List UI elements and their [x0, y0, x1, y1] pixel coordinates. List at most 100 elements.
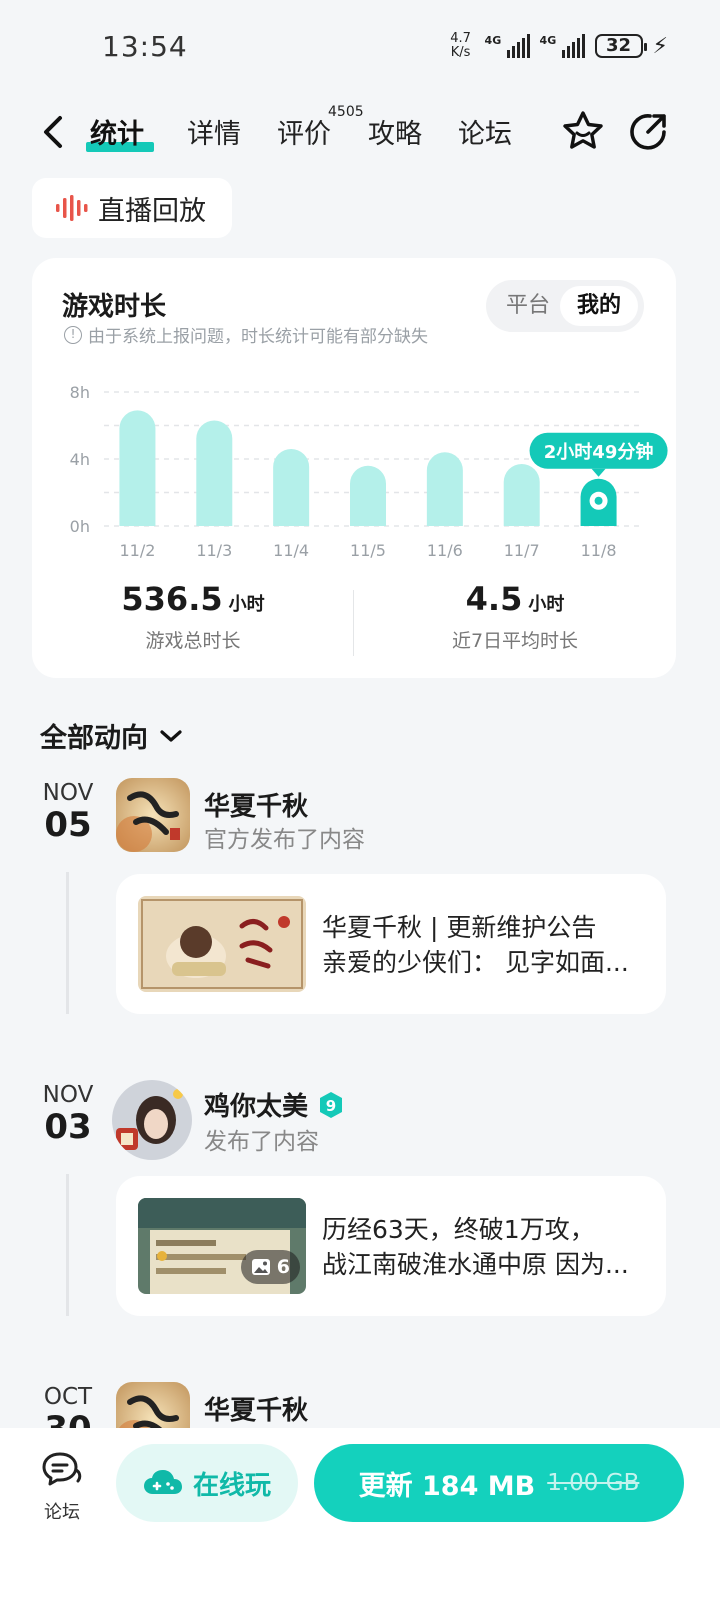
- post-excerpt: 亲爱的少侠们： 见字如面...: [322, 948, 629, 977]
- playtime-chart: 8h 4h 0h 11/2 11/3 11/4 11/5 11/6 11/7 11/8 2小时49分…: [70, 383, 668, 558]
- playtime-summary: 536.5 小时 游戏总时长 4.5 小时 近7日平均时长: [32, 580, 676, 660]
- playtime-note-text: 由于系统上报问题，时长统计可能有部分缺失: [88, 327, 428, 347]
- tooltip-pointer: [591, 468, 606, 477]
- game-avatar[interactable]: [116, 778, 190, 852]
- level-badge-icon: 9: [320, 1091, 343, 1118]
- tab-reviews[interactable]: 评价: [277, 112, 331, 151]
- x-tick-label: 11/6: [427, 541, 463, 558]
- timeline-line: [66, 1174, 69, 1316]
- chevron-down-icon: [160, 729, 182, 742]
- x-tick-label: 11/5: [350, 541, 386, 558]
- status-bar: 13:54 4.7 K/s 4G 4G 32 ⚡: [0, 0, 720, 96]
- feed-filter-label: 全部动向: [40, 723, 148, 754]
- info-icon: !: [64, 325, 82, 344]
- game-logo-icon: [116, 778, 190, 852]
- audio-wave-icon: [56, 195, 88, 221]
- net-speed-unit: K/s: [450, 45, 471, 60]
- post-title: 历经63天，终破1万攻，: [322, 1215, 595, 1244]
- highlight-marker-dot: [594, 496, 603, 505]
- play-online-label: 在线玩: [192, 1470, 271, 1501]
- entry-date: NOV 03: [30, 1082, 106, 1146]
- entry-author[interactable]: 华夏千秋: [204, 786, 308, 823]
- bar: [503, 464, 540, 526]
- tab-guides[interactable]: 攻略: [368, 112, 422, 151]
- entry-author[interactable]: 华夏千秋: [204, 1390, 308, 1427]
- reviews-count-badge: 4505: [328, 104, 364, 120]
- post-title: 华夏千秋 | 更新维护公告: [322, 913, 597, 942]
- forum-button[interactable]: 论坛: [34, 1450, 90, 1524]
- net-speed-value: 4.7: [450, 31, 471, 46]
- user-photo-icon: [112, 1080, 192, 1160]
- status-icons: 4.7 K/s 4G 4G 32 ⚡: [447, 32, 668, 60]
- back-icon[interactable]: [36, 112, 72, 152]
- tab-stats[interactable]: 统计: [90, 112, 144, 151]
- live-replay-button[interactable]: 直播回放: [32, 178, 232, 238]
- image-count-badge: 6: [240, 1250, 300, 1284]
- entry-day: 05: [44, 805, 92, 845]
- tab-forum[interactable]: 论坛: [458, 112, 512, 151]
- signal-icon: 4G: [540, 34, 585, 58]
- entry-action: 官方发布了内容: [204, 827, 365, 853]
- total-label: 游戏总时长: [145, 630, 241, 652]
- total-unit: 小时: [228, 594, 265, 615]
- feed-filter-dropdown[interactable]: 全部动向: [40, 716, 184, 755]
- image-icon: [251, 1259, 270, 1275]
- scope-toggle: 平台 我的: [486, 280, 644, 332]
- image-count: 6: [276, 1256, 290, 1278]
- highlight-tooltip-label: 2小时49分钟: [544, 441, 654, 463]
- avg-label: 近7日平均时长: [451, 630, 579, 652]
- post-card[interactable]: 6 历经63天，终破1万攻， 战江南破淮水通中原 因为...: [116, 1176, 666, 1316]
- forum-label: 论坛: [44, 1502, 80, 1523]
- entry-author[interactable]: 鸡你太美 9: [204, 1086, 344, 1123]
- top-nav: 统计 详情 评价 4505 攻略 论坛: [0, 100, 720, 164]
- battery-icon: 32: [594, 34, 647, 58]
- avg-unit: 小时: [528, 594, 565, 615]
- cloud-gamepad-icon: [143, 1470, 182, 1494]
- entry-author-name: 鸡你太美: [204, 1092, 309, 1122]
- bar: [119, 410, 156, 526]
- entry-date: NOV 05: [30, 780, 106, 844]
- x-tick-label: 11/7: [504, 541, 540, 558]
- charging-icon: ⚡: [652, 33, 668, 59]
- bottom-action-bar: 论坛 在线玩 更新 184 MB 1.00 GB: [0, 1428, 720, 1600]
- total-playtime: 536.5 小时 游戏总时长: [32, 580, 354, 653]
- playtime-note: ! 由于系统上报问题，时长统计可能有部分缺失: [64, 322, 428, 347]
- toggle-platform[interactable]: 平台: [496, 286, 560, 326]
- sim2-label: 4G: [539, 34, 557, 47]
- entry-month: NOV: [42, 780, 94, 806]
- play-online-button[interactable]: 在线玩: [116, 1444, 298, 1522]
- post-thumbnail: 6: [138, 1198, 306, 1294]
- toggle-mine[interactable]: 我的: [560, 286, 638, 326]
- net-speed: 4.7 K/s: [447, 32, 475, 60]
- y-tick-label: 8h: [70, 383, 90, 402]
- bar: [350, 465, 386, 526]
- entry-day: 03: [44, 1107, 92, 1147]
- signal-icon: 4G: [485, 34, 530, 58]
- avg-value: 4.5: [465, 580, 523, 618]
- entry-author-name: 华夏千秋: [204, 792, 309, 822]
- original-size: 1.00 GB: [547, 1470, 640, 1496]
- update-button[interactable]: 更新 184 MB 1.00 GB: [314, 1444, 684, 1522]
- forum-chat-icon: [42, 1452, 82, 1486]
- post-text: 华夏千秋 | 更新维护公告 亲爱的少侠们： 见字如面...: [322, 910, 642, 980]
- entry-month: NOV: [42, 1082, 94, 1108]
- playtime-title: 游戏时长: [62, 292, 167, 322]
- tab-details[interactable]: 详情: [187, 112, 241, 151]
- y-tick-label: 4h: [70, 450, 90, 469]
- level-badge-text: 9: [326, 1097, 336, 1115]
- update-label: 更新 184 MB: [358, 1470, 536, 1502]
- timeline-line: [66, 872, 69, 1014]
- share-icon[interactable]: [626, 108, 672, 154]
- bar: [273, 448, 310, 526]
- entry-action: 发布了内容: [204, 1129, 319, 1155]
- user-avatar[interactable]: [112, 1080, 192, 1160]
- post-thumbnail: [138, 896, 306, 992]
- post-card[interactable]: 华夏千秋 | 更新维护公告 亲爱的少侠们： 见字如面...: [116, 874, 666, 1014]
- bar: [426, 452, 463, 526]
- playtime-card: 游戏时长 ! 由于系统上报问题，时长统计可能有部分缺失 平台 我的 8h 4h 0h…: [32, 258, 676, 678]
- bar: [196, 420, 233, 526]
- live-replay-label: 直播回放: [98, 195, 206, 227]
- x-tick-label: 11/4: [273, 541, 309, 558]
- star-icon[interactable]: [560, 108, 606, 154]
- x-tick-label: 11/3: [196, 541, 232, 558]
